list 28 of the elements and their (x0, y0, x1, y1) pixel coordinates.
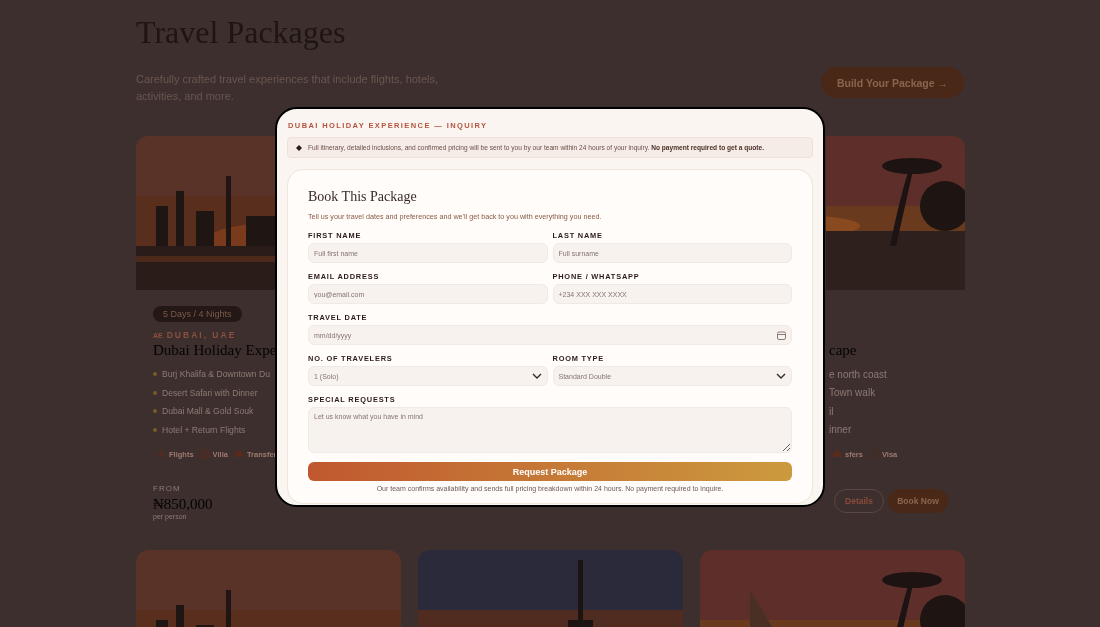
feature-text: e north coast (829, 368, 887, 380)
calendar-icon (777, 330, 786, 340)
car-icon (832, 449, 842, 459)
bullet-icon (153, 409, 157, 414)
book-now-button[interactable]: Book Now (888, 489, 948, 513)
diamond-icon (296, 144, 302, 151)
feature-text: Town walk (829, 387, 876, 399)
price-value: ₦850,000 (153, 496, 213, 513)
plus-icon (156, 449, 166, 459)
feature-text: Burj Khalifa & Downtown Du (162, 369, 270, 380)
request-package-button[interactable]: Request Package (308, 462, 792, 481)
form-title: Book This Package (308, 189, 418, 205)
build-package-button[interactable]: Build Your Package → (820, 67, 964, 98)
feature-text: Hotel + Return Flights (162, 424, 246, 435)
bullet-icon (153, 390, 157, 395)
price-label: FROM (153, 484, 182, 493)
chevron-down-icon (531, 373, 542, 379)
bullet-icon (153, 427, 157, 432)
feature-text: Desert Safari with Dinner (162, 387, 258, 398)
car-icon (233, 449, 244, 459)
chevron-down-icon (776, 373, 786, 379)
feature-text: il (829, 405, 834, 417)
location-label: DUBAI, UAE (166, 330, 237, 340)
feature-text: inner (829, 424, 852, 436)
feature-text: Dubai Mall & Gold Souk (162, 406, 254, 417)
bullet-icon (153, 372, 157, 377)
duration-badge: 5 Days / 4 Nights (153, 306, 242, 322)
building-icon (199, 449, 210, 459)
